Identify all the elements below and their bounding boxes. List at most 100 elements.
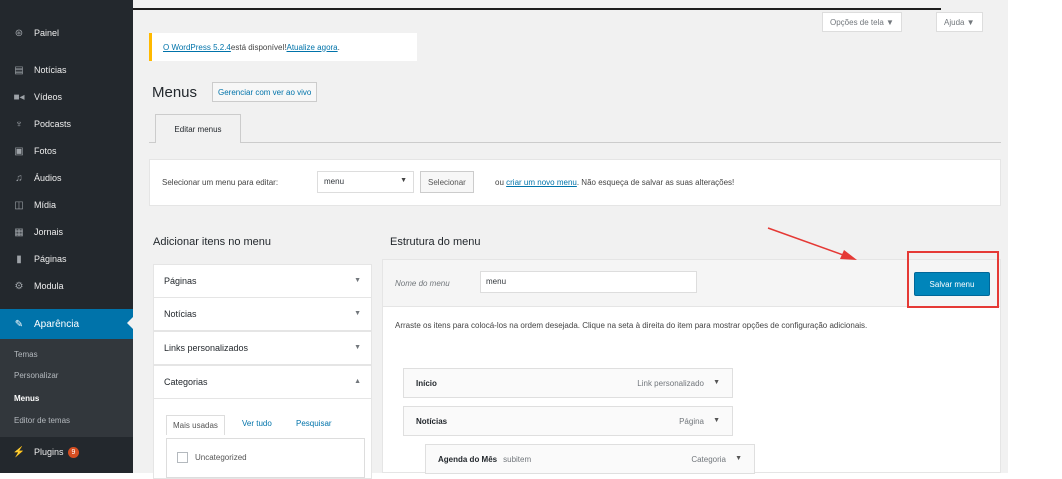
sidebar-item-fotos[interactable]: ▣ Fotos <box>0 138 133 164</box>
accordion-paginas[interactable]: Páginas ▼ <box>153 264 372 298</box>
top-divider <box>133 8 941 10</box>
accordion-label: Links personalizados <box>164 343 249 353</box>
active-menu-arrow <box>127 316 134 330</box>
subitem-label: subitem <box>503 455 532 464</box>
sidebar-item-label: Plugins <box>34 447 64 457</box>
chevron-down-icon[interactable]: ▼ <box>713 379 720 386</box>
audio-icon: ♫ <box>15 172 23 184</box>
sidebar-item-paginas[interactable]: ▮ Páginas <box>0 246 133 272</box>
submenu-item-personalizar[interactable]: Personalizar <box>14 371 58 380</box>
menu-item-type: Link personalizado <box>637 379 704 388</box>
menu-name-label: Nome do menu <box>395 279 450 288</box>
sidebar-item-aparencia[interactable]: ✎ Aparência <box>0 309 133 339</box>
sidebar-item-label: Podcasts <box>34 119 72 129</box>
sidebar-item-label: Jornais <box>34 227 64 237</box>
sidebar-item-label: Modula <box>34 281 64 291</box>
or-text: ou <box>495 178 504 187</box>
categories-panel: Mais usadas Ver tudo Pesquisar Uncategor… <box>153 399 372 479</box>
media-icon: ◫ <box>14 199 24 211</box>
posts-icon: ▤ <box>14 64 24 76</box>
sidebar-item-plugins[interactable]: ⚡ Plugins 9 <box>0 439 133 465</box>
menu-item-agenda-do-mes[interactable]: Agenda do Mês subitem Categoria ▼ <box>425 444 755 474</box>
gear-icon: ⚙ <box>14 280 24 292</box>
tab-edit-menus[interactable]: Editar menus <box>155 114 241 143</box>
chevron-down-icon[interactable]: ▼ <box>735 455 742 462</box>
accordion-label: Categorias <box>164 377 208 387</box>
category-list: Uncategorized <box>166 438 365 478</box>
menu-select-value: menu <box>324 177 345 186</box>
page-title: Menus <box>152 84 198 101</box>
sidebar-item-podcasts[interactable]: ♆ Podcasts <box>0 111 133 137</box>
sidebar-item-painel[interactable]: ⊛ Painel <box>0 20 133 46</box>
select-menu-label: Selecionar um menu para editar: <box>162 178 279 187</box>
menu-select-dropdown[interactable]: menu ▼ <box>317 171 414 193</box>
tab-view-all[interactable]: Ver tudo <box>242 419 272 428</box>
submenu-item-temas[interactable]: Temas <box>14 350 38 359</box>
dashboard-icon: ⊛ <box>14 27 24 39</box>
submenu-item-menus[interactable]: Menus <box>14 394 39 403</box>
category-checkbox[interactable] <box>177 452 188 463</box>
page-margin <box>1008 0 1062 473</box>
add-items-heading: Adicionar itens no menu <box>153 236 272 248</box>
update-now-link[interactable]: Atualize agora <box>286 43 337 52</box>
sidebar-item-label: Fotos <box>34 146 57 156</box>
sidebar-item-label: Aparência <box>34 318 80 330</box>
menu-item-title: Agenda do Mês subitem <box>438 455 531 464</box>
chevron-down-icon[interactable]: ▼ <box>354 344 361 351</box>
sidebar-item-jornais[interactable]: ▦ Jornais <box>0 219 133 245</box>
highlight-box <box>907 251 999 308</box>
menu-item-type: Página <box>679 417 704 426</box>
chevron-down-icon: ▼ <box>400 177 407 184</box>
menu-select-bar: Selecionar um menu para editar: menu ▼ Se… <box>149 159 1001 206</box>
admin-sidebar: ⊛ Painel ▤ Notícias ■◂ Vídeos ♆ Podcasts ▣ Fo… <box>0 0 133 473</box>
screen-options-button[interactable]: Opções de tela ▼ <box>822 12 902 32</box>
sidebar-item-label: Mídia <box>34 200 57 210</box>
tab-most-used[interactable]: Mais usadas <box>166 415 225 435</box>
pages-icon: ▮ <box>16 253 22 265</box>
accordion-categorias[interactable]: Categorias ▲ <box>153 365 372 399</box>
menu-item-title: Notícias <box>416 417 448 426</box>
help-button[interactable]: Ajuda ▼ <box>936 12 983 32</box>
sidebar-item-modula[interactable]: ⚙ Modula <box>0 273 133 299</box>
sidebar-item-videos[interactable]: ■◂ Vídeos <box>0 84 133 110</box>
chevron-up-icon[interactable]: ▲ <box>354 378 361 385</box>
update-count-badge: 9 <box>67 446 80 458</box>
menu-item-title: Início <box>416 379 437 388</box>
chevron-down-icon[interactable]: ▼ <box>354 310 361 317</box>
plugins-icon: ⚡ <box>12 446 26 458</box>
menu-instructions: Arraste os itens para colocá-los na orde… <box>395 321 868 330</box>
submenu-item-editor-de-temas[interactable]: Editor de temas <box>14 416 70 425</box>
sidebar-item-label: Páginas <box>34 254 67 264</box>
menu-item-inicio[interactable]: Início Link personalizado ▼ <box>403 368 733 398</box>
sidebar-item-noticias[interactable]: ▤ Notícias <box>0 57 133 83</box>
microphone-icon: ♆ <box>15 118 23 130</box>
menu-name-input[interactable]: menu <box>480 271 697 293</box>
accordion-links-personalizados[interactable]: Links personalizados ▼ <box>153 331 372 365</box>
version-link[interactable]: O WordPress 5.2.4 <box>163 43 231 52</box>
chevron-down-icon[interactable]: ▼ <box>354 277 361 284</box>
notice-end: . <box>337 42 340 52</box>
tab-divider <box>149 142 1001 143</box>
accordion-label: Páginas <box>164 276 197 286</box>
image-icon: ▣ <box>14 145 24 157</box>
video-icon: ■◂ <box>13 91 25 103</box>
sidebar-item-midia[interactable]: ◫ Mídia <box>0 192 133 218</box>
brush-icon: ✎ <box>14 318 24 330</box>
menu-item-type: Categoria <box>691 455 726 464</box>
sidebar-item-audios[interactable]: ♫ Áudios <box>0 165 133 191</box>
menu-item-title-text: Agenda do Mês <box>438 455 498 464</box>
category-label: Uncategorized <box>195 453 247 462</box>
tab-search[interactable]: Pesquisar <box>296 419 332 428</box>
update-notice: O WordPress 5.2.4 está disponível! Atual… <box>149 33 417 61</box>
notice-text: está disponível! <box>230 42 287 52</box>
create-menu-text: ou criar um novo menu. Não esqueça de sa… <box>495 178 734 187</box>
sidebar-item-label: Vídeos <box>34 92 63 102</box>
accordion-noticias[interactable]: Notícias ▼ <box>153 297 372 331</box>
manage-live-preview-button[interactable]: Gerenciar com ver ao vivo <box>212 82 318 102</box>
select-button[interactable]: Selecionar <box>420 171 474 193</box>
menu-item-noticias[interactable]: Notícias Página ▼ <box>403 406 733 436</box>
menu-structure-heading: Estrutura do menu <box>390 236 481 248</box>
chevron-down-icon[interactable]: ▼ <box>713 417 720 424</box>
create-new-menu-link[interactable]: criar um novo menu <box>506 178 577 187</box>
accordion-label: Notícias <box>164 309 197 319</box>
